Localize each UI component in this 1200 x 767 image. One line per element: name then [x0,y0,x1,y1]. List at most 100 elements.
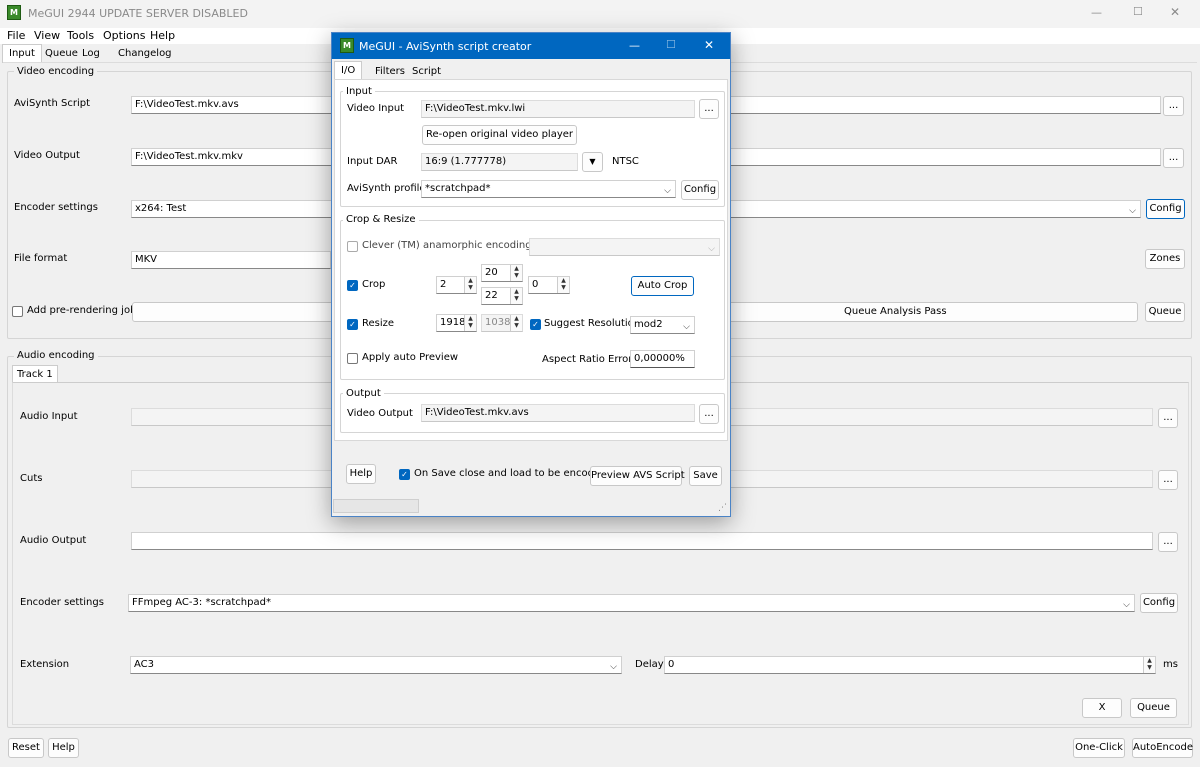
audio-encoder-settings-select[interactable]: FFmpeg AC-3: *scratchpad* ⌵ [128,594,1135,612]
audio-output-label: Audio Output [20,535,87,546]
tab-changelog[interactable]: Changelog [111,44,179,62]
video-output-browse-button[interactable]: ... [1163,148,1184,168]
resize-width-spinner[interactable]: 1918 ▲ ▼ [436,314,477,332]
video-input-browse-button[interactable]: ... [699,99,719,119]
tab-log[interactable]: Log [75,44,107,62]
resize-checkbox[interactable]: ✓ [347,319,358,330]
video-encoding-label: Video encoding [14,65,98,78]
resize-grip-icon[interactable]: ⋰ [718,503,727,513]
remove-track-button[interactable]: X [1082,698,1122,718]
avisynth-script-creator-dialog: M MeGUI - AviSynth script creator — ☐ ✕ … [331,32,731,517]
crop-bottom-value: 22 [485,290,498,301]
menu-view[interactable]: View [34,28,60,44]
audio-queue-button[interactable]: Queue [1130,698,1177,718]
maximize-icon[interactable]: ☐ [666,38,676,51]
tab-input[interactable]: Input [2,44,42,63]
clever-anamorphic-label: Clever (TM) anamorphic encoding: [362,240,535,251]
output-group-label: Output [343,387,384,400]
dialog-video-output-browse-button[interactable]: ... [699,404,719,424]
on-save-close-checkbox[interactable]: ✓ [399,469,410,480]
extension-select[interactable]: AC3 ⌵ [130,656,622,674]
chevron-down-icon: ⌵ [683,322,690,332]
avisynth-profile-label: AviSynth profile [347,183,426,194]
minimize-icon[interactable]: — [1091,6,1102,19]
reopen-video-player-button[interactable]: Re-open original video player [422,125,577,145]
file-format-select[interactable]: MKV [131,251,331,269]
video-config-button[interactable]: Config [1146,199,1185,219]
tab-track-1[interactable]: Track 1 [12,365,58,383]
audio-encoding-label: Audio encoding [14,349,98,362]
resize-height-spinner[interactable]: 1038 ▲ ▼ [481,314,523,332]
spinner-arrows-icon[interactable]: ▲ ▼ [464,277,476,293]
chevron-down-icon: ⌵ [610,662,617,672]
avisynth-script-label: AviSynth Script [14,98,90,109]
video-queue-button[interactable]: Queue [1145,302,1185,322]
mod-select[interactable]: mod2 ⌵ [630,316,695,334]
spinner-arrows-icon[interactable]: ▲ ▼ [510,315,522,331]
input-group-label: Input [343,85,375,98]
input-dar-field[interactable]: 16:9 (1.777778) [421,153,578,171]
dialog-title-bar: M MeGUI - AviSynth script creator — ☐ ✕ [332,33,730,59]
menu-help[interactable]: Help [150,28,175,44]
audio-input-browse-button[interactable]: ... [1158,408,1178,428]
spinner-arrows-icon[interactable]: ▲ ▼ [510,288,522,304]
audio-output-field[interactable] [131,532,1153,550]
menu-options[interactable]: Options [103,28,145,44]
profile-config-button[interactable]: Config [681,180,719,200]
main-window-title: MeGUI 2944 UPDATE SERVER DISABLED [28,7,248,20]
video-input-field[interactable]: F:\VideoTest.mkv.lwi [421,100,695,118]
audio-config-button[interactable]: Config [1140,593,1178,613]
minimize-icon[interactable]: — [629,39,640,52]
main-help-button[interactable]: Help [48,738,79,758]
crop-bottom-spinner[interactable]: 22 ▲ ▼ [481,287,523,305]
close-icon[interactable]: ✕ [704,38,714,52]
dialog-help-button[interactable]: Help [346,464,376,484]
video-encoder-settings-value: x264: Test [135,203,187,214]
reset-button[interactable]: Reset [8,738,44,758]
clever-anamorphic-checkbox[interactable] [347,241,358,252]
avisynth-profile-select[interactable]: *scratchpad* ⌵ [421,180,676,198]
cuts-label: Cuts [20,473,43,484]
avisynth-profile-value: *scratchpad* [425,183,491,194]
spinner-arrows-icon[interactable]: ▲ ▼ [557,277,569,293]
checkmark-icon: ✓ [401,470,408,479]
on-save-close-label: On Save close and load to be encoded [414,468,607,479]
input-dar-label: Input DAR [347,156,398,167]
clever-anamorphic-select[interactable]: ⌵ [529,238,720,256]
spinner-arrows-icon[interactable]: ▲ ▼ [464,315,476,331]
megui-app-icon: M [7,5,21,20]
save-button[interactable]: Save [689,466,722,486]
megui-app-icon: M [340,38,354,53]
tab-script[interactable]: Script [405,62,448,80]
delay-spinner[interactable]: 0 ▲ ▼ [664,656,1156,674]
add-prerendering-checkbox[interactable] [12,306,23,317]
one-click-button[interactable]: One-Click [1073,738,1125,758]
menu-tools[interactable]: Tools [67,28,94,44]
aspect-ratio-error-label: Aspect Ratio Error [542,354,633,365]
menu-file[interactable]: File [7,28,25,44]
crop-left-spinner[interactable]: 2 ▲ ▼ [436,276,477,294]
suggest-resolution-checkbox[interactable]: ✓ [530,319,541,330]
autoencode-button[interactable]: AutoEncode [1132,738,1193,758]
video-encoder-settings-label: Encoder settings [14,202,98,213]
tab-io[interactable]: I/O [334,61,363,80]
crop-checkbox[interactable]: ✓ [347,280,358,291]
spinner-arrows-icon[interactable]: ▲ ▼ [1143,657,1155,673]
checkmark-icon: ✓ [349,281,356,290]
audio-encoder-settings-label: Encoder settings [20,597,104,608]
audio-output-browse-button[interactable]: ... [1158,532,1178,552]
crop-right-spinner[interactable]: 0 ▲ ▼ [528,276,570,294]
dar-dropdown-button[interactable]: ▼ [582,152,603,172]
spinner-arrows-icon[interactable]: ▲ ▼ [510,265,522,281]
maximize-icon[interactable]: ☐ [1133,5,1143,18]
avisynth-script-browse-button[interactable]: ... [1163,96,1184,116]
crop-top-spinner[interactable]: 20 ▲ ▼ [481,264,523,282]
close-icon[interactable]: ✕ [1170,5,1180,19]
dialog-video-output-field[interactable]: F:\VideoTest.mkv.avs [421,404,695,422]
auto-crop-button[interactable]: Auto Crop [631,276,694,296]
zones-button[interactable]: Zones [1145,249,1185,269]
resize-width-value: 1918 [440,317,466,328]
preview-avs-script-button[interactable]: Preview AVS Script [590,466,685,486]
cuts-browse-button[interactable]: ... [1158,470,1178,490]
apply-auto-preview-checkbox[interactable] [347,353,358,364]
